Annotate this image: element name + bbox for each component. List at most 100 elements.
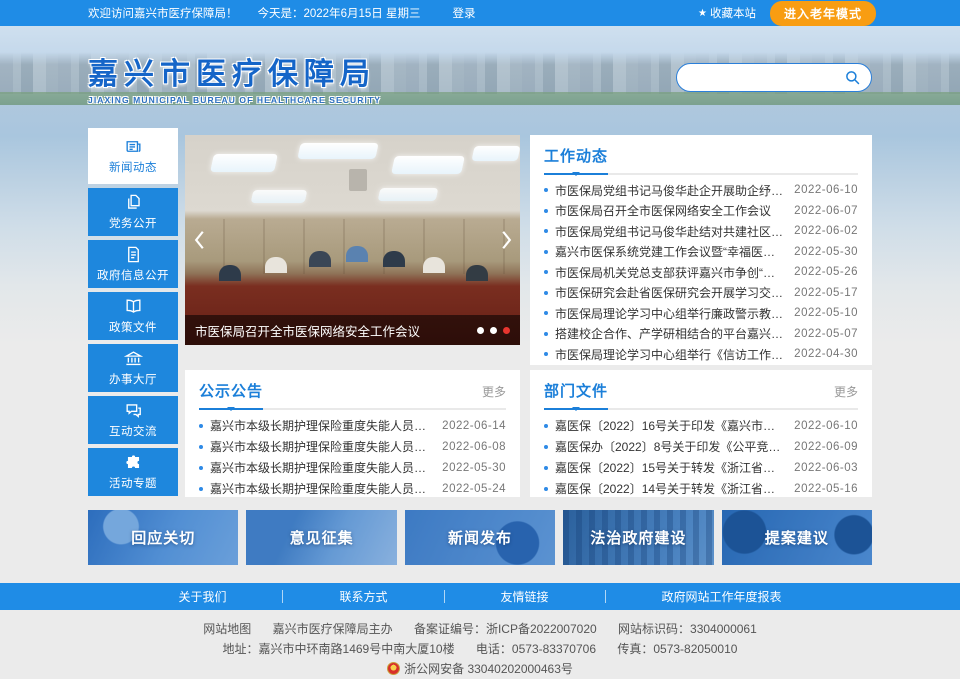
list-item[interactable]: 嘉医保〔2022〕16号关于印发《嘉兴市医疗保...2022-06-10 [544, 415, 858, 436]
item-title: 嘉医保办〔2022〕8号关于印发《公平竞争审查... [555, 438, 784, 455]
list-item[interactable]: 嘉医保〔2022〕15号关于转发《浙江省医疗保...2022-06-03 [544, 457, 858, 478]
main-content: 新闻动态 党务公开 政府信息公开 政策文件 办事大厅 [88, 128, 872, 500]
news-carousel[interactable]: 市医保局召开全市医保网络安全工作会议 [185, 135, 520, 345]
item-title: 市医保局召开全市医保网络安全工作会议 [555, 202, 784, 219]
host-text: 嘉兴市医疗保障局主办 [273, 622, 393, 636]
list-item[interactable]: 嘉医保〔2022〕14号关于转发《浙江省医疗保...2022-05-16 [544, 478, 858, 499]
newspaper-icon [124, 137, 143, 156]
sidebar-item-interaction[interactable]: 互动交流 [88, 396, 178, 444]
work-news-title: 工作动态 [544, 145, 608, 166]
site-title: 嘉兴市医疗保障局 [88, 49, 381, 93]
bullet-icon [544, 424, 548, 428]
list-item[interactable]: 嘉医保办〔2022〕8号关于印发《公平竞争审查...2022-06-09 [544, 436, 858, 457]
star-icon: ★ [698, 8, 707, 19]
announcements-title: 公示公告 [199, 380, 263, 401]
item-date: 2022-05-17 [794, 287, 858, 299]
search-input[interactable] [688, 70, 845, 84]
sitemap-link[interactable]: 网站地图 [203, 622, 251, 636]
person-silhouette [219, 265, 241, 281]
footer-link-contact[interactable]: 联系方式 [339, 588, 387, 605]
item-title: 市医保局党组书记马俊华赴结对共建社区指导全国文... [555, 223, 784, 240]
bullet-icon [544, 209, 548, 213]
bullet-icon [544, 352, 548, 356]
carousel-dot[interactable] [490, 327, 497, 334]
person-silhouette [346, 246, 368, 262]
list-item[interactable]: 市医保研究会赴省医保研究会开展学习交流活动2022-05-17 [544, 283, 858, 304]
list-item[interactable]: 市医保局党组书记马俊华赴结对共建社区指导全国文... 2022-06-02 [544, 221, 858, 242]
sidebar-item-service-hall[interactable]: 办事大厅 [88, 344, 178, 392]
elder-mode-button[interactable]: 进入老年模式 [770, 1, 876, 26]
banner-news-release[interactable]: 新闻发布 [405, 510, 555, 565]
dept-files-card: 部门文件 更多 嘉医保〔2022〕16号关于印发《嘉兴市医疗保...2022-0… [530, 370, 872, 497]
site-logo: 嘉兴市医疗保障局 JIAXING MUNICIPAL BUREAU OF HEA… [88, 49, 381, 105]
bullet-icon [199, 466, 203, 470]
carousel-dots [471, 327, 510, 334]
site-title-en: JIAXING MUNICIPAL BUREAU OF HEALTHCARE S… [88, 95, 381, 105]
sidebar-item-label: 党务公开 [109, 215, 157, 231]
announcements-more-link[interactable]: 更多 [482, 383, 506, 400]
carousel-prev-arrow[interactable] [191, 226, 207, 254]
person-silhouette [466, 265, 488, 281]
sidebar-item-gov-info[interactable]: 政府信息公开 [88, 240, 178, 288]
favorite-site-link[interactable]: ★ 收藏本站 [698, 5, 756, 21]
banner-opinion-collection[interactable]: 意见征集 [246, 510, 396, 565]
right-column: 工作动态 市医保局党组书记马俊华赴企开展助企纾困活动2022-06-10 市医保… [530, 128, 872, 497]
list-item[interactable]: 搭建校企合作、产学研相结合的平台嘉兴市长期护理...2022-05-07 [544, 324, 858, 345]
list-item[interactable]: 市医保局召开全市医保网络安全工作会议2022-06-07 [544, 201, 858, 222]
ceiling-light [471, 146, 520, 161]
footer-link-about[interactable]: 关于我们 [178, 588, 226, 605]
bullet-icon [544, 270, 548, 274]
banner-rule-of-law[interactable]: 法治政府建设 [563, 510, 713, 565]
sidebar-item-special-topics[interactable]: 活动专题 [88, 448, 178, 496]
dept-files-more-link[interactable]: 更多 [834, 383, 858, 400]
bullet-icon [544, 229, 548, 233]
login-link[interactable]: 登录 [452, 5, 475, 21]
bullet-icon [199, 487, 203, 491]
list-item[interactable]: 嘉兴市本级长期护理保险重度失能人员名单公示（2...2022-05-24 [199, 478, 506, 499]
sidebar-item-label: 政策文件 [109, 319, 157, 335]
divider [605, 590, 606, 603]
item-date: 2022-06-03 [794, 462, 858, 474]
item-date: 2022-06-02 [794, 225, 858, 237]
quick-link-banners: 回应关切 意见征集 新闻发布 法治政府建设 提案建议 [88, 510, 872, 565]
ceiling-light [391, 156, 465, 174]
item-date: 2022-05-24 [442, 483, 506, 495]
sidebar-item-party-affairs[interactable]: 党务公开 [88, 188, 178, 236]
search-icon[interactable] [845, 70, 860, 85]
carousel-dot-active[interactable] [503, 327, 510, 334]
item-date: 2022-06-14 [442, 420, 506, 432]
footer-link-friendly-links[interactable]: 友情链接 [501, 588, 549, 605]
footer-link-annual-report[interactable]: 政府网站工作年度报表 [662, 588, 782, 605]
sidebar-item-policy-files[interactable]: 政策文件 [88, 292, 178, 340]
bank-icon [124, 349, 143, 368]
person-silhouette [265, 257, 287, 273]
list-item[interactable]: 嘉兴市本级长期护理保险重度失能人员名单公示（2...2022-06-14 [199, 415, 506, 436]
list-item[interactable]: 市医保局理论学习中心组举行《信访工作条例》专题...2022-04-30 [544, 344, 858, 365]
banner-proposal-suggestions[interactable]: 提案建议 [722, 510, 872, 565]
carousel-dot[interactable] [477, 327, 484, 334]
list-item[interactable]: 嘉兴市本级长期护理保险重度失能人员名单公示（2...2022-05-30 [199, 457, 506, 478]
sidebar-item-news[interactable]: 新闻动态 [88, 128, 178, 184]
item-title: 嘉兴市本级长期护理保险重度失能人员名单公示（2... [210, 459, 432, 476]
projector [349, 169, 367, 191]
carousel-next-arrow[interactable] [498, 226, 514, 254]
fax-text: 传真：0573-82050010 [617, 642, 737, 656]
banner-label: 提案建议 [765, 527, 829, 548]
list-item[interactable]: 市医保局理论学习中心组举行廉政警示教育专题学习...2022-05-10 [544, 303, 858, 324]
bullet-icon [199, 424, 203, 428]
favorite-site-label: 收藏本站 [710, 5, 756, 21]
police-record-text[interactable]: 浙公网安备 33040202000463号 [404, 662, 573, 676]
list-item[interactable]: 市医保局党组书记马俊华赴企开展助企纾困活动2022-06-10 [544, 180, 858, 201]
item-date: 2022-04-30 [794, 348, 858, 360]
item-date: 2022-06-08 [442, 441, 506, 453]
banner-respond-concerns[interactable]: 回应关切 [88, 510, 238, 565]
list-item[interactable]: 嘉兴市本级长期护理保险重度失能人员名单公示（2... 2022-06-08 [199, 436, 506, 457]
book-icon [124, 297, 143, 316]
item-title: 嘉兴市本级长期护理保险重度失能人员名单公示（2... [210, 438, 432, 455]
list-item[interactable]: 嘉兴市医保系统党建工作会议暨“幸福医保”党建联...2022-05-30 [544, 242, 858, 263]
carousel-caption-bar: 市医保局召开全市医保网络安全工作会议 [185, 315, 520, 345]
national-emblem-icon [387, 662, 400, 675]
search-box[interactable] [676, 63, 872, 92]
carousel-caption[interactable]: 市医保局召开全市医保网络安全工作会议 [195, 321, 471, 340]
list-item[interactable]: 市医保局机关党总支部获评嘉兴市争创“建设清廉机...2022-05-26 [544, 262, 858, 283]
